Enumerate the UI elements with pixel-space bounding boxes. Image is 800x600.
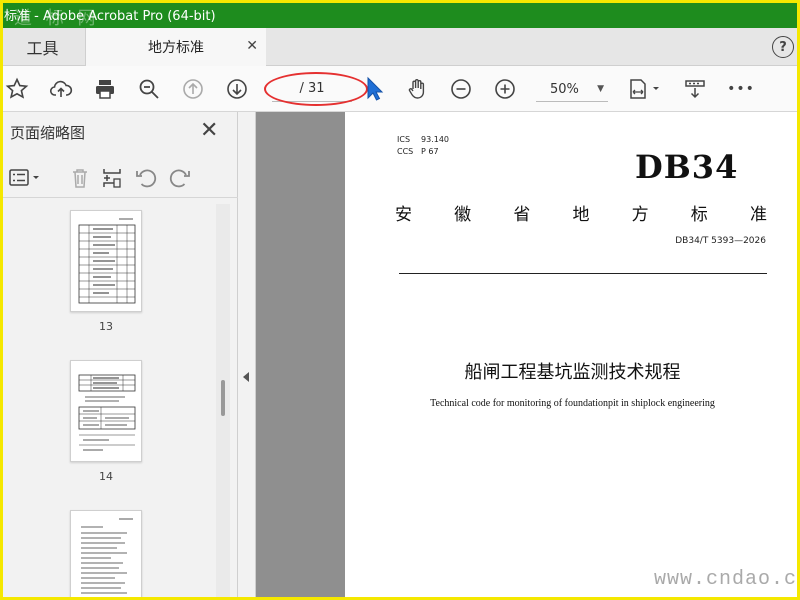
tab-close-icon[interactable]: ✕: [246, 38, 258, 54]
zoom-level-select[interactable]: 50% ▼: [536, 78, 608, 102]
ccs-label: CCS: [397, 147, 414, 156]
thumbnail-label-14: 14: [99, 470, 113, 483]
page-thumbnail-15[interactable]: [70, 510, 142, 600]
db-code: DB34: [635, 148, 739, 186]
collapse-arrow-icon[interactable]: [243, 372, 249, 382]
rotate-left-icon[interactable]: [134, 166, 158, 190]
zoom-level-value: 50%: [550, 82, 579, 97]
panel-collapse-bar[interactable]: [238, 112, 256, 600]
standard-type-char: 地: [572, 205, 590, 225]
standard-type-char: 准: [749, 205, 767, 225]
window-titlebar: 道 标 网 标准 - Adobe Acrobat Pro (64-bit): [0, 0, 800, 29]
zoom-out-search-icon[interactable]: [136, 76, 162, 102]
chevron-down-icon: ▼: [597, 84, 604, 94]
zoom-in-icon[interactable]: [492, 76, 518, 102]
previous-page-icon[interactable]: [180, 76, 206, 102]
site-watermark: www.cndao.com: [654, 568, 800, 591]
insert-page-icon[interactable]: [100, 166, 124, 190]
help-icon[interactable]: ?: [772, 36, 794, 58]
ics-value: 93.140: [421, 135, 449, 144]
tab-document[interactable]: 地方标准 ✕: [86, 28, 266, 66]
hand-tool-icon[interactable]: [404, 76, 430, 102]
page-number-input[interactable]: / 31: [272, 76, 352, 102]
page-thumbnails-panel: 页面缩略图 ✕ 13 14: [0, 112, 238, 600]
thumbnail-options-icon[interactable]: [8, 166, 44, 190]
panel-close-icon[interactable]: ✕: [200, 118, 218, 143]
delete-page-icon[interactable]: [68, 166, 92, 190]
standard-type-char: 徽: [454, 205, 472, 225]
ics-label: ICS: [397, 135, 411, 144]
bookmark-star-icon[interactable]: [4, 76, 30, 102]
thumbnail-scrollbar-knob[interactable]: [221, 380, 225, 416]
standard-type-char: 安: [395, 205, 412, 225]
document-title-en: Technical code for monitoring of foundat…: [430, 398, 715, 409]
fit-page-icon[interactable]: [628, 76, 662, 102]
standard-type-char: 标: [690, 205, 708, 225]
more-tools-icon[interactable]: •••: [727, 76, 754, 102]
tab-bar: 工具 地方标准 ✕ ?: [0, 28, 800, 66]
standard-type-char: 省: [513, 205, 531, 225]
thumbnail-scrollbar[interactable]: [216, 204, 230, 600]
panel-toolbar: [0, 158, 238, 198]
standard-number: DB34/T 5393—2026: [675, 236, 766, 246]
ccs-value: P 67: [421, 147, 439, 156]
standard-type-char: 方: [631, 205, 649, 225]
print-icon[interactable]: [92, 76, 118, 102]
standard-type: 安 徽 省 地 方 标 准: [395, 200, 767, 225]
next-page-icon[interactable]: [224, 76, 250, 102]
scroll-mode-icon[interactable]: [682, 76, 708, 102]
thumbnail-label-13: 13: [99, 320, 113, 333]
tab-tools[interactable]: 工具: [0, 28, 86, 66]
page-thumbnail-14[interactable]: [70, 360, 142, 462]
panel-title: 页面缩略图: [10, 124, 86, 142]
mouse-cursor-icon: [367, 76, 384, 101]
tab-document-label: 地方标准: [148, 40, 204, 56]
thumbnail-list: 13 14: [0, 204, 230, 600]
classification-codes: ICS 93.140 CCS P 67: [397, 134, 449, 158]
rotate-right-icon[interactable]: [168, 166, 192, 190]
header-rule: [399, 273, 767, 274]
cloud-upload-icon[interactable]: [48, 76, 74, 102]
document-page: ICS 93.140 CCS P 67 DB34 安 徽 省 地 方 标 准 DB3…: [345, 112, 800, 600]
document-title-cn: 船闸工程基坑监测技术规程: [464, 362, 681, 383]
page-thumbnail-13[interactable]: [70, 210, 142, 312]
zoom-out-icon[interactable]: [448, 76, 474, 102]
main-toolbar: / 31 50% ▼ •••: [0, 66, 800, 112]
title-watermark: 道 标 网: [14, 8, 100, 29]
